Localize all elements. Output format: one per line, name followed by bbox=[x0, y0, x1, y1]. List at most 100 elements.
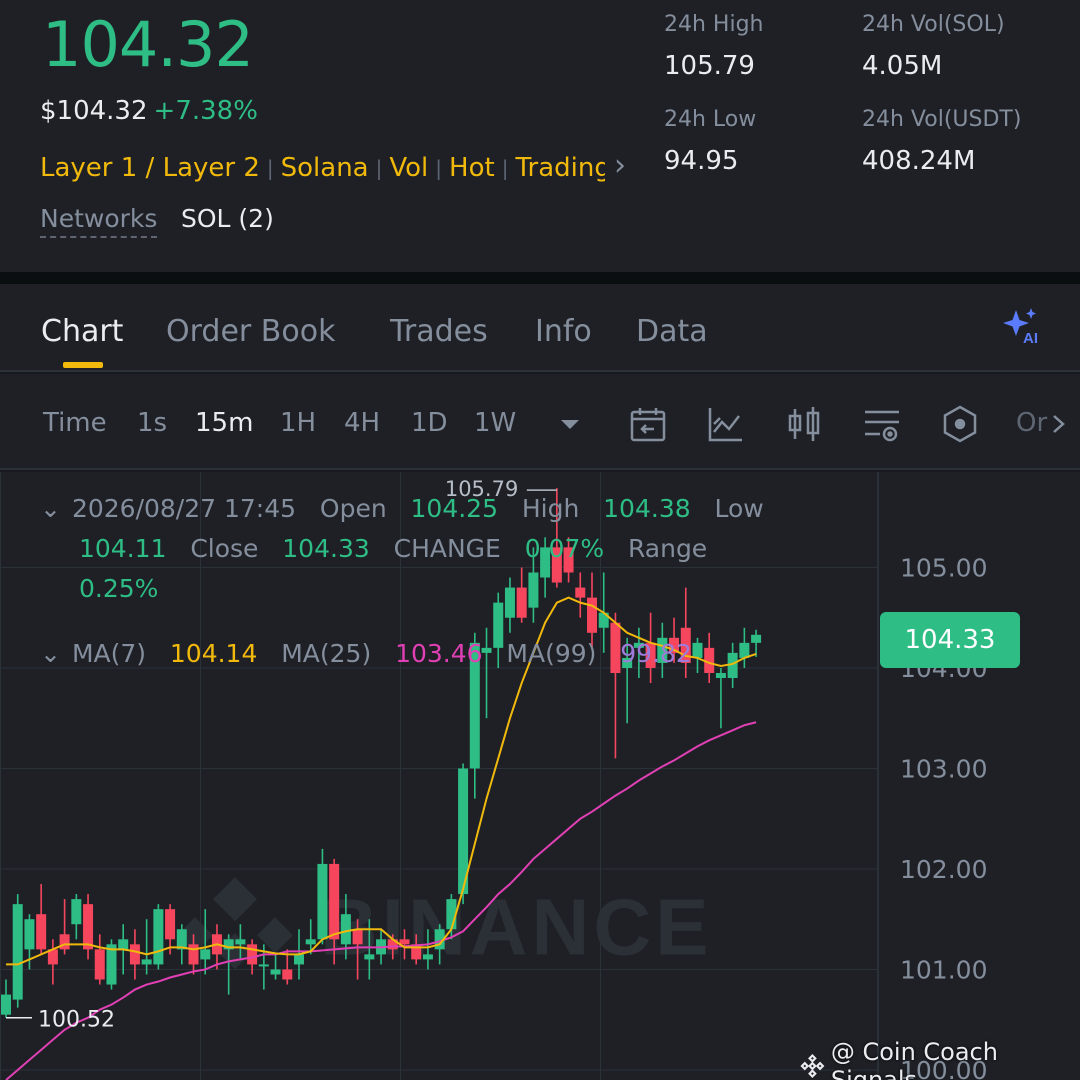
calendar-icon[interactable] bbox=[628, 404, 668, 444]
candle-body bbox=[399, 939, 410, 945]
legend-high-value: 104.38 bbox=[603, 494, 691, 523]
networks-label[interactable]: Networks bbox=[40, 204, 158, 238]
candle-body bbox=[24, 919, 35, 950]
tag-vol[interactable]: Vol bbox=[389, 153, 428, 183]
candle-body bbox=[528, 572, 539, 608]
tag-separator: | bbox=[266, 156, 274, 180]
candle-body bbox=[305, 939, 316, 945]
candle-body bbox=[59, 934, 70, 950]
time-label[interactable]: Time bbox=[43, 408, 107, 438]
section-divider bbox=[0, 272, 1080, 284]
candle-body bbox=[36, 914, 47, 950]
interval-15m[interactable]: 15m bbox=[195, 408, 253, 438]
tag-layer[interactable]: Layer 1 / Layer 2 bbox=[40, 153, 260, 183]
candle-body bbox=[340, 914, 351, 945]
legend-high-label: High bbox=[521, 494, 580, 523]
chevron-right-icon[interactable] bbox=[1046, 404, 1072, 444]
candle-body bbox=[294, 954, 304, 965]
hexagon-settings-icon[interactable] bbox=[940, 404, 980, 444]
legend-ma7-label: MA(7) bbox=[71, 639, 147, 668]
tag-row: Layer 1 / Layer 2 | Solana | Vol | Hot | Tra… bbox=[40, 148, 635, 188]
interval-1s[interactable]: 1s bbox=[137, 408, 167, 438]
tag-trading[interactable]: Trading bbox=[515, 153, 610, 183]
price-chart[interactable]: BINANCE 105.00 104.00 103.00 102.00 101.00 100… bbox=[0, 472, 1080, 1080]
interval-1h[interactable]: 1H bbox=[280, 408, 316, 438]
legend-open-value: 104.25 bbox=[410, 494, 498, 523]
legend-ma99-label: MA(99) bbox=[506, 639, 597, 668]
candle-body bbox=[165, 909, 176, 940]
chart-toolbar: Time 1s 15m 1H 4H 1D 1W Or bbox=[0, 374, 1080, 470]
networks-value: SOL (2) bbox=[181, 204, 274, 233]
candle-body bbox=[587, 597, 597, 633]
candle-body bbox=[247, 944, 258, 965]
tag-solana[interactable]: Solana bbox=[281, 153, 369, 183]
candle-body bbox=[504, 587, 515, 618]
y-tick-label: 105.00 bbox=[900, 553, 987, 582]
ohlc-legend: ⌄ 2026/08/27 17:45 Open 104.25 High 104.… bbox=[40, 494, 764, 523]
candle-body bbox=[422, 954, 433, 960]
stat-label: 24h High bbox=[664, 12, 764, 37]
candle-body bbox=[176, 929, 187, 950]
legend-low-label: Low bbox=[714, 494, 764, 523]
candle-body bbox=[94, 949, 105, 980]
legend-range-label: Range bbox=[627, 534, 708, 563]
more-options[interactable]: Or bbox=[1016, 408, 1047, 438]
candle-body bbox=[692, 642, 703, 658]
tab-data[interactable]: Data bbox=[636, 314, 708, 349]
min-marker-label: 100.52 bbox=[38, 1008, 115, 1033]
chevron-down-icon[interactable]: ⌄ bbox=[40, 494, 64, 523]
watermark-label: BINANCE bbox=[320, 882, 712, 971]
tab-trades[interactable]: Trades bbox=[390, 314, 488, 349]
stat-24h-vol-base: 24h Vol(SOL) 4.05M bbox=[862, 12, 1005, 81]
chevron-down-icon[interactable]: ⌄ bbox=[40, 639, 64, 668]
svg-text:AI: AI bbox=[1023, 330, 1038, 346]
candle-body bbox=[188, 944, 199, 965]
candle-body bbox=[282, 969, 293, 980]
candlestick-type-icon[interactable] bbox=[784, 404, 824, 444]
market-header: 104.32 $104.32 +7.38% Layer 1 / Layer 2 | … bbox=[0, 0, 1080, 272]
candle-body bbox=[71, 899, 82, 925]
last-price: 104.32 bbox=[42, 8, 254, 81]
interval-4h[interactable]: 4H bbox=[344, 408, 380, 438]
y-tick-label: 102.00 bbox=[900, 855, 987, 884]
candle-body bbox=[270, 969, 281, 975]
tab-order-book[interactable]: Order Book bbox=[166, 314, 335, 349]
price-subline: $104.32 +7.38% bbox=[40, 96, 258, 126]
ohlc-legend-line3: 0.25% bbox=[79, 574, 158, 603]
candle-body bbox=[258, 964, 269, 967]
legend-ma7-value: 104.14 bbox=[169, 639, 258, 668]
tab-chart[interactable]: Chart bbox=[41, 314, 123, 349]
candle-body bbox=[200, 949, 211, 960]
indicator-chart-icon[interactable] bbox=[706, 404, 746, 444]
candle-body bbox=[83, 904, 94, 950]
current-price-badge: 104.33 bbox=[880, 612, 1020, 668]
legend-ma25-value: 103.46 bbox=[395, 639, 483, 668]
caret-down-icon[interactable] bbox=[550, 404, 590, 444]
candle-body bbox=[317, 863, 328, 940]
legend-close-value: 104.33 bbox=[282, 534, 370, 563]
candlestick-chart[interactable]: BINANCE105.00104.00103.00102.00101.00100… bbox=[0, 472, 1080, 1080]
candle-body bbox=[516, 587, 527, 618]
chevron-right-icon[interactable]: › bbox=[605, 148, 635, 188]
watermark-text: @ Coin Coach Signals bbox=[830, 1038, 998, 1080]
footer-watermark: @ Coin Coach Signals bbox=[800, 1038, 1080, 1080]
interval-1d[interactable]: 1D bbox=[411, 408, 448, 438]
tag-hot[interactable]: Hot bbox=[449, 153, 495, 183]
candle-body bbox=[1, 994, 11, 1015]
interval-1w[interactable]: 1W bbox=[474, 408, 516, 438]
ai-sparkle-icon[interactable]: AI bbox=[1000, 306, 1044, 346]
brand-logo-icon bbox=[800, 1054, 825, 1078]
candle-body bbox=[352, 929, 363, 945]
tab-bar: Chart Order Book Trades Info Data bbox=[0, 284, 1080, 372]
candle-body bbox=[715, 672, 726, 679]
stat-label: 24h Low bbox=[664, 107, 757, 132]
tab-info[interactable]: Info bbox=[535, 314, 592, 349]
candle-body bbox=[118, 939, 129, 950]
candle-body bbox=[106, 944, 117, 985]
candle-body bbox=[575, 587, 586, 598]
candle-body bbox=[129, 944, 140, 965]
chart-settings-icon[interactable] bbox=[862, 404, 902, 444]
candle-body bbox=[235, 939, 246, 945]
stat-label: 24h Vol(USDT) bbox=[862, 107, 1022, 132]
stat-label: 24h Vol(SOL) bbox=[862, 12, 1005, 37]
